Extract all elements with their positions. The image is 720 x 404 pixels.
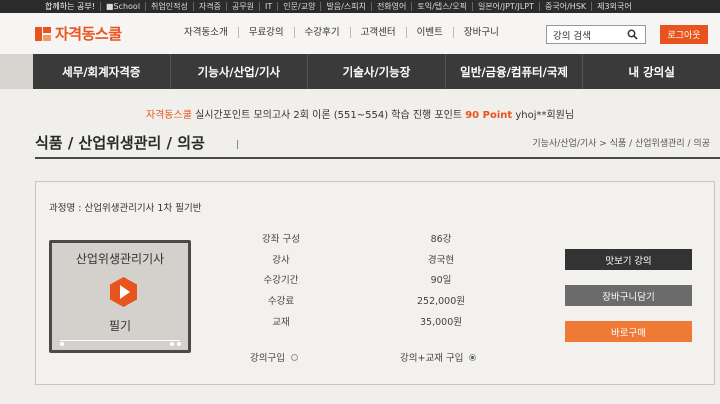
thumbnail-title: 산업위생관리기사 [75,252,165,266]
topbar-link-humanities[interactable]: 인문/교양 [278,2,322,11]
option-lecture-book-label: 강의+교재 구입 [400,353,464,364]
category-bar-spacer [0,54,33,89]
logo-text: 자격동스쿨 [55,25,122,43]
info-value: 35,000원 [420,317,462,328]
info-label: 교재 [272,317,290,328]
add-to-cart-button[interactable]: 장바구니담기 [565,285,692,306]
option-lecture-book[interactable]: 강의+교재 구입 [400,350,477,364]
info-label: 강사 [272,255,290,266]
notice-point: 90 Point [465,110,513,121]
site-header: 자격동스쿨 자격동소개 무료강의 수강후기 고객센터 이벤트 장바구니 강의 검… [0,13,720,54]
nav-customer-center[interactable]: 고객센터 [351,27,407,38]
topbar-link-chinese[interactable]: 중국어/HSK [540,2,593,11]
topbar-link-japanese[interactable]: 일본어/JPT/JLPT [473,2,541,11]
breadcrumb: 기능사/산업/기사 > 식품 / 산업위생관리 / 의공 [532,139,710,149]
nav-about[interactable]: 자격동소개 [174,27,239,38]
play-icon[interactable] [110,277,137,307]
info-row-fee: 수강료 252,000원 [226,293,486,307]
info-value: 86강 [430,234,452,245]
course-name-value: 산업위생관리기사 1차 필기반 [84,203,202,214]
search-icon[interactable] [627,29,638,40]
category-engineer[interactable]: 기술사/기능장 [308,54,446,89]
notice-brand: 자격동스쿨 [145,110,192,121]
topbar-slogan: 합께하는 공부! [40,2,101,11]
category-tax-accounting[interactable]: 세무/회계자격증 [33,54,171,89]
info-row-period: 수강기간 90일 [226,272,486,286]
notice-user: yhoj**회원님 [512,110,575,121]
title-divider [237,140,238,149]
course-name-label: 과정명 : [49,203,82,214]
thumbnail-dot [60,342,64,346]
topbar-link-school[interactable]: ■School [101,2,147,11]
point-notice: 자격동스쿨 실시간포인트 모의고사 2회 이론 (551~554) 학습 진행 … [0,106,720,121]
topbar-link-civil[interactable]: 공무원 [227,2,261,11]
topbar-link-speech[interactable]: 발음/스피치 [321,2,372,11]
course-thumbnail[interactable]: 산업위생관리기사 필기 [49,240,191,353]
title-rule [35,157,720,159]
course-panel: 과정명 : 산업위생관리기사 1차 필기반 산업위생관리기사 필기 강좌 구성 … [35,181,715,385]
nav-reviews[interactable]: 수강후기 [295,27,351,38]
category-my-classroom[interactable]: 내 강의실 [583,54,720,89]
category-bar: 세무/회계자격증 기능사/산업/기사 기술사/기능장 일반/금융/컴퓨터/국제 … [33,54,720,89]
info-label: 강좌 구성 [262,234,300,245]
thumbnail-subtitle: 필기 [108,319,132,333]
topbar-link-toeic[interactable]: 토익/텝스/오픽 [412,2,473,11]
info-label: 수강기간 [263,275,299,286]
thumbnail-progress-bar [60,340,180,341]
course-name: 과정명 : 산업위생관리기사 1차 필기반 [49,200,201,214]
search-input[interactable]: 강의 검색 [546,25,646,44]
info-value: 252,000원 [416,296,466,307]
main-nav: 자격동소개 무료강의 수강후기 고객센터 이벤트 장바구니 [174,27,509,38]
info-value: 경국현 [427,255,455,266]
topbar-link-job[interactable]: 취업인적성 [146,2,194,11]
nav-free-lectures[interactable]: 무료강의 [239,27,295,38]
info-row-instructor: 강사 경국현 [226,252,486,266]
preview-lecture-button[interactable]: 맛보기 강의 [565,249,692,270]
option-lecture-label: 강의구입 [250,353,285,364]
lecture-only-radio[interactable] [290,353,298,361]
top-utility-bar: 합께하는 공부! ■School 취업인적성 자격증 공무원 IT 인문/교양 … [0,0,720,13]
thumbnail-dot [177,342,181,346]
thumbnail-dot [170,342,174,346]
topbar-link-other-lang[interactable]: 제3외국어 [592,2,637,11]
category-technician[interactable]: 기능사/산업/기사 [171,54,309,89]
info-row-composition: 강좌 구성 86강 [226,231,486,245]
nav-cart[interactable]: 장바구니 [454,27,509,38]
lecture-book-radio[interactable] [469,353,477,361]
notice-text: 실시간포인트 모의고사 2회 이론 (551~554) 학습 진행 포인트 [191,110,466,121]
page-title: 식품 / 산업위생관리 / 의공 [35,134,205,152]
logo-mark-icon [35,26,51,41]
info-value: 90일 [430,275,452,286]
info-label: 수강료 [267,296,295,307]
info-row-textbook: 교재 35,000원 [226,314,486,328]
search-placeholder: 강의 검색 [553,30,591,42]
buy-now-button[interactable]: 바로구매 [565,321,692,342]
logout-button[interactable]: 로그아웃 [660,25,708,44]
topbar-link-phone-english[interactable]: 전화영어 [372,2,413,11]
site-logo[interactable]: 자격동스쿨 [34,23,122,44]
nav-events[interactable]: 이벤트 [407,27,454,38]
topbar-link-it[interactable]: IT [260,2,279,11]
option-lecture-only[interactable]: 강의구입 [250,350,298,364]
category-general-finance[interactable]: 일반/금융/컴퓨터/국제 [446,54,584,89]
topbar-link-license[interactable]: 자격증 [194,2,227,11]
